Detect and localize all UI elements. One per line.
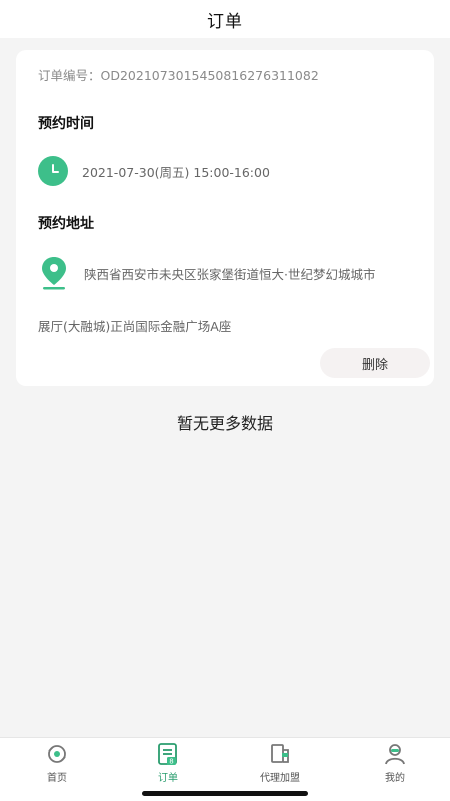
tab-profile-label: 我的	[385, 773, 405, 784]
location-pin-icon	[38, 255, 70, 291]
appointment-address-title: 预约地址	[38, 216, 94, 232]
tab-home-label: 首页	[47, 773, 67, 784]
address-line-2: 展厅(大融城)正尚国际金融广场A座	[38, 319, 232, 334]
order-number: 订单编号：OD20210730154508162763​11082	[38, 68, 319, 83]
home-indicator[interactable]	[142, 791, 308, 796]
appointment-time-row: 2021-07-30(周五) 15:00-16:00	[38, 156, 270, 186]
tab-order-label: 订单	[158, 773, 178, 784]
page-title: 订单	[207, 11, 243, 32]
clock-icon	[38, 156, 68, 186]
tab-profile[interactable]: 我的	[355, 742, 435, 784]
appointment-time-value: 2021-07-30(周五) 15:00-16:00	[82, 164, 270, 180]
tab-agent[interactable]: 代理加盟	[240, 742, 320, 784]
order-badge: 8	[169, 758, 173, 766]
no-more-data-hint: 暂无更多数据	[176, 414, 273, 433]
appointment-time-title: 预约时间	[38, 116, 94, 132]
delete-button[interactable]: 删除	[320, 348, 430, 378]
top-bar: 订单	[0, 0, 450, 38]
tab-order[interactable]: 8 订单	[128, 742, 208, 784]
agent-icon	[268, 742, 292, 766]
profile-icon	[383, 742, 407, 766]
home-icon	[45, 742, 69, 766]
order-icon: 8	[156, 742, 180, 766]
appointment-address-row: 陕西省西安市未央区张家堡街道恒大·世纪梦幻城城市	[38, 255, 375, 291]
tab-agent-label: 代理加盟	[260, 773, 300, 784]
tab-home[interactable]: 首页	[17, 742, 97, 784]
address-line-1: 陕西省西安市未央区张家堡街道恒大·世纪梦幻城城市	[84, 266, 376, 282]
order-card: 订单编号：OD20210730154508162763​11082 预约时间 2…	[16, 50, 434, 386]
